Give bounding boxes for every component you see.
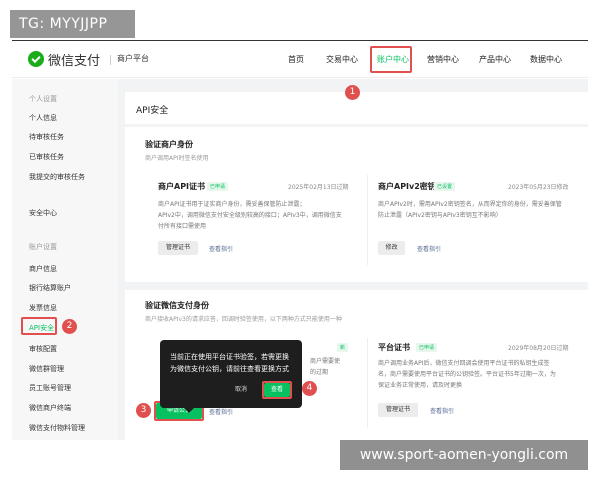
sidebar-item-terminals[interactable]: 微信商户终端 [29, 403, 71, 413]
card-title-platform-cert: 平台证书 [378, 343, 410, 352]
expiry-date: 2025年02月13日过期 [288, 184, 349, 191]
wechat-pay-logo-icon [28, 51, 44, 67]
desc-line: 名，商户需要使用平台证书的公钥验签。平台证书5年过期一次，为 [378, 371, 556, 378]
section-title: 验证商户身份 [145, 140, 193, 149]
manage-cert-button[interactable]: 管理证书 [378, 403, 418, 417]
new-badge: 新 [337, 343, 349, 352]
page-title: API安全 [136, 106, 169, 116]
card-description: 商户APIv2时，需用APIv2密钥签名，从而界定你的身份，需妥善保管 防止泄露… [378, 199, 578, 221]
desc-line: 的过期 [310, 369, 329, 376]
popover-message: 当前正在使用平台证书验签，若需更换为微信支付公钥，请前往查看更换方式 [170, 353, 289, 373]
card-divider [367, 338, 368, 428]
card-title-apiv2-key: 商户APIv2密钥 [378, 182, 436, 191]
card-divider [367, 175, 368, 265]
section-subtitle: 商户调用API时签名使用 [145, 155, 209, 162]
view-guide-link[interactable]: 查看指引 [430, 406, 454, 415]
view-guide-link[interactable]: 查看指引 [417, 244, 441, 253]
brand-name: 微信支付 [48, 54, 101, 69]
top-navigation-bar: 微信支付 商户平台 首页 交易中心 账户中心 营销中心 产品中心 数据中心 [12, 40, 588, 78]
step-marker-3: 3 [136, 403, 151, 418]
sidebar-group-personal: 个人设置 [29, 95, 57, 103]
desc-line: 商户API证书用于证实商户身份，需妥善保管防止泄露； [158, 201, 306, 208]
sidebar-item-wechat-group[interactable]: 微信群管理 [29, 364, 64, 374]
desc-line: 商户调用业务API后，微信支付回调会使用平台证书的私钥生成签 [378, 360, 550, 367]
highlight-account-center [370, 46, 412, 73]
platform-name: 商户平台 [117, 54, 149, 63]
section-title: 验证微信支付身份 [145, 301, 209, 310]
card-description: 商户API证书用于证实商户身份，需妥善保管防止泄露； APIv2中，调用微信支付… [158, 199, 363, 232]
status-badge: 已设置 [434, 182, 456, 191]
section-verify-merchant: 验证商户身份 商户调用API时签名使用 商户API证书 已申请 2025年02月… [125, 127, 588, 282]
sidebar-item-personal-info[interactable]: 个人信息 [29, 113, 57, 123]
expiry-date: 2029年08月20日过期 [508, 345, 569, 352]
desc-line: 防止泄露（APIv2密钥与APIv3密钥互不影响） [378, 212, 502, 219]
nav-transactions[interactable]: 交易中心 [326, 54, 358, 65]
highlight-view-button [262, 381, 292, 399]
highlight-api-security [21, 317, 57, 335]
sidebar-item-materials[interactable]: 微信支付物料管理 [29, 423, 85, 433]
status-badge: 已申请 [207, 182, 229, 191]
modified-date: 2023年05月23日修改 [508, 184, 569, 191]
card-title-api-cert: 商户API证书 [158, 182, 206, 191]
brand-divider [110, 55, 111, 65]
popover-cancel-button[interactable]: 取消 [228, 383, 254, 397]
nav-data[interactable]: 数据中心 [530, 54, 562, 65]
desc-line: 商户需要使 [310, 358, 341, 365]
sidebar-item-bank-account[interactable]: 银行结算账户 [29, 283, 71, 293]
modify-button[interactable]: 修改 [378, 241, 405, 255]
sidebar-item-reviewed[interactable]: 已审核任务 [29, 152, 64, 162]
sidebar-item-staff-accounts[interactable]: 员工账号管理 [29, 383, 71, 393]
desc-line: 保证业务正常使用，请及时更换 [378, 382, 463, 389]
sidebar-item-pending-review[interactable]: 待审核任务 [29, 132, 64, 142]
step-marker-4: 4 [302, 381, 317, 396]
status-badge: 已申请 [416, 343, 438, 352]
nav-home[interactable]: 首页 [288, 54, 304, 65]
desc-line: 付所有接口需使用 [158, 223, 207, 230]
desc-line: 商户APIv2时，需用APIv2密钥签名，从而界定你的身份，需妥善保管 [378, 201, 562, 208]
sidebar-item-my-submitted[interactable]: 我提交的审核任务 [29, 172, 85, 182]
watermark-bottom-right: www.sport-aomen-yongli.com [340, 440, 588, 470]
sidebar-item-merchant-info[interactable]: 商户信息 [29, 264, 57, 274]
card-description: 商户调用业务API后，微信支付回调会使用平台证书的私钥生成签 名，商户需要使用平… [378, 358, 583, 391]
nav-marketing[interactable]: 营销中心 [427, 54, 459, 65]
nav-products[interactable]: 产品中心 [479, 54, 511, 65]
card-description: 商户需要使 的过期 [310, 356, 360, 378]
desc-line: APIv2中，调用微信支付安全级别较高的接口；APIv3中，调用微信支 [158, 212, 342, 219]
watermark-top-left: TG: MYYJJPP [10, 10, 135, 38]
sidebar-item-security-center[interactable]: 安全中心 [29, 208, 57, 218]
sidebar-item-review-config[interactable]: 审核配置 [29, 344, 57, 354]
sidebar: 个人设置 个人信息 待审核任务 已审核任务 我提交的审核任务 安全中心 账户设置… [12, 79, 118, 440]
step-marker-2: 2 [62, 319, 77, 334]
step-marker-1: 1 [345, 85, 360, 100]
view-guide-link[interactable]: 查看指引 [209, 407, 233, 416]
view-guide-link[interactable]: 查看指引 [209, 244, 233, 253]
sidebar-item-invoice[interactable]: 发票信息 [29, 303, 57, 313]
manage-cert-button[interactable]: 管理证书 [158, 241, 198, 255]
section-subtitle: 商户接收APIv3的请求应答，回调时验签使用，以下两种方式只能使用一种 [145, 316, 342, 323]
sidebar-group-account: 账户设置 [29, 243, 57, 251]
